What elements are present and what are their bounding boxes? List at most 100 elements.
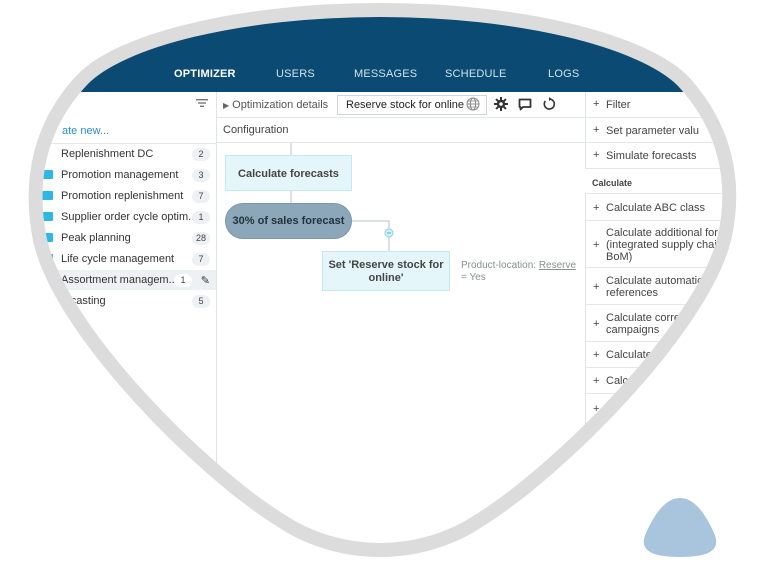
condition-link[interactable]: Reserve	[539, 260, 576, 271]
list-item-label: Peak planning	[61, 232, 131, 244]
list-item[interactable]: Assortment managem... 1 ✎	[40, 270, 216, 290]
calculate-step-item[interactable]: + Calculate automatic references	[585, 268, 768, 305]
sales-forecast-condition-node[interactable]: 30% of sales forecast	[225, 203, 352, 239]
step-set-parameter-valu[interactable]: + Set parameter valu	[585, 118, 768, 143]
step-label-line: Calculate ABC class	[606, 201, 706, 214]
edit-icon[interactable]: ✎	[201, 274, 210, 287]
list-item-label: Promotion replenishment	[61, 190, 184, 202]
count-badge: 3	[192, 169, 210, 182]
add-icon: +	[593, 98, 600, 110]
app-window: OPTIMIZER USERS MESSAGES SCHEDULE LOGS a…	[0, 0, 768, 576]
optimization-details-label: Optimization details	[232, 99, 329, 111]
section-title: Calculate	[592, 178, 633, 188]
create-new-link[interactable]: ate new...	[62, 125, 109, 137]
step-label: Calculate ABC class	[606, 202, 705, 214]
step-label-line: BoM)	[606, 250, 633, 263]
step-label-line: Calculate correct	[606, 311, 689, 324]
step-label-line: Calculate additional forec	[606, 226, 730, 239]
count-badge: 1	[174, 274, 192, 287]
filter-icon[interactable]	[196, 98, 208, 108]
step-label-line: Calculate automatic	[606, 274, 703, 287]
folder-icon	[42, 170, 53, 179]
gear-icon[interactable]	[494, 97, 508, 111]
condition-prefix: Product-location:	[461, 260, 539, 271]
count-badge: 1	[192, 211, 210, 224]
calculate-step-item[interactable]: + Calculate c	[585, 342, 768, 368]
calculate-section-header: Calculate	[585, 169, 768, 194]
condition-text: Product-location: Reserve = Yes	[461, 260, 576, 284]
refresh-icon[interactable]	[542, 97, 556, 111]
add-icon: +	[593, 124, 600, 136]
step-label-line: C	[606, 403, 614, 415]
node-set-line1: Set 'Reserve stock for	[328, 259, 444, 271]
list-item[interactable]: Promotion management 3	[40, 165, 216, 185]
expand-triangle-icon: ▶	[223, 101, 230, 110]
list-item[interactable]: Supplier order cycle optim... 1	[40, 207, 216, 227]
tab-optimizer[interactable]: OPTIMIZER	[174, 68, 236, 80]
step-label: Calculate additional forec (integrated su…	[606, 227, 730, 263]
add-icon: +	[593, 317, 600, 330]
node-set-line2: online'	[368, 272, 404, 284]
step-label-line: Calculate c	[606, 349, 661, 361]
list-item-label: Replenishment DC	[61, 148, 154, 160]
decorative-blob	[643, 498, 717, 557]
calculate-step-item[interactable]: + Calculate additional forec (integrated s…	[585, 221, 768, 268]
list-item[interactable]: Peak planning 28	[40, 228, 216, 248]
step-label: Simulate forecasts	[606, 150, 697, 162]
list-item-label: Assortment managem...	[61, 274, 178, 286]
step-label-line: references	[606, 286, 658, 299]
tab-users[interactable]: USERS	[276, 68, 315, 80]
list-item-label: Promotion management	[61, 169, 179, 181]
list-item[interactable]: recasting 5	[40, 291, 216, 311]
condition-suffix: = Yes	[461, 272, 486, 283]
tab-logs[interactable]: LOGS	[548, 68, 579, 80]
optimization-name-field[interactable]: Reserve stock for online	[337, 95, 487, 115]
comment-icon[interactable]	[518, 98, 532, 111]
folder-icon	[42, 233, 53, 242]
set-reserve-stock-node[interactable]: Set 'Reserve stock for online'	[322, 251, 450, 291]
calculate-forecasts-node[interactable]: Calculate forecasts	[225, 155, 352, 191]
list-item[interactable]: Life cycle management 7	[40, 249, 216, 269]
count-badge: 7	[192, 190, 210, 203]
calculate-step-item[interactable]: + Calculate correct campaigns	[585, 305, 768, 342]
folder-icon	[42, 254, 53, 263]
step-label-line: campaigns	[606, 323, 660, 336]
add-icon: +	[593, 201, 600, 214]
step-label: C	[606, 403, 614, 415]
step-label: Calculate c	[606, 349, 660, 361]
add-icon: +	[593, 149, 600, 161]
globe-icon[interactable]	[466, 97, 480, 111]
folder-icon	[42, 212, 53, 221]
top-navigation-bar: OPTIMIZER USERS MESSAGES SCHEDULE LOGS	[0, 0, 768, 92]
step-label-line: (integrated supply chain	[606, 238, 723, 251]
add-icon: +	[593, 349, 600, 361]
step-filter[interactable]: + Filter	[585, 92, 768, 118]
list-item-label: Life cycle management	[61, 253, 175, 265]
add-icon: +	[593, 238, 600, 251]
count-badge: 5	[192, 295, 210, 308]
step-label: Calcu	[606, 375, 634, 387]
step-simulate-forecasts[interactable]: + Simulate forecasts	[585, 143, 768, 169]
list-item[interactable]: Replenishment DC 2	[40, 144, 216, 164]
calculate-step-item[interactable]: + Calculate ABC class	[585, 194, 768, 221]
count-badge: 2	[192, 148, 210, 161]
list-item-label: Supplier order cycle optim...	[61, 211, 198, 223]
step-label-line: Calcu	[606, 375, 635, 387]
count-badge: 28	[191, 232, 210, 245]
add-icon: +	[593, 403, 600, 415]
step-label: Filter	[606, 99, 631, 111]
tab-messages[interactable]: MESSAGES	[354, 68, 417, 80]
folder-icon	[42, 191, 53, 200]
configuration-label: Configuration	[223, 124, 289, 136]
step-label: Calculate automatic references	[606, 275, 703, 299]
list-item[interactable]: Promotion replenishment 7	[40, 186, 216, 206]
optimization-details-toggle[interactable]: ▶ Optimization details	[223, 99, 328, 111]
count-badge: 7	[192, 253, 210, 266]
tab-schedule[interactable]: SCHEDULE	[445, 68, 507, 80]
step-label: Set parameter valu	[606, 125, 699, 137]
list-item-label: recasting	[61, 295, 106, 307]
add-icon: +	[593, 375, 600, 387]
calculate-step-item[interactable]: + C	[585, 394, 768, 424]
calculate-step-item[interactable]: + Calcu	[585, 368, 768, 394]
step-label: Calculate correct campaigns	[606, 312, 689, 336]
